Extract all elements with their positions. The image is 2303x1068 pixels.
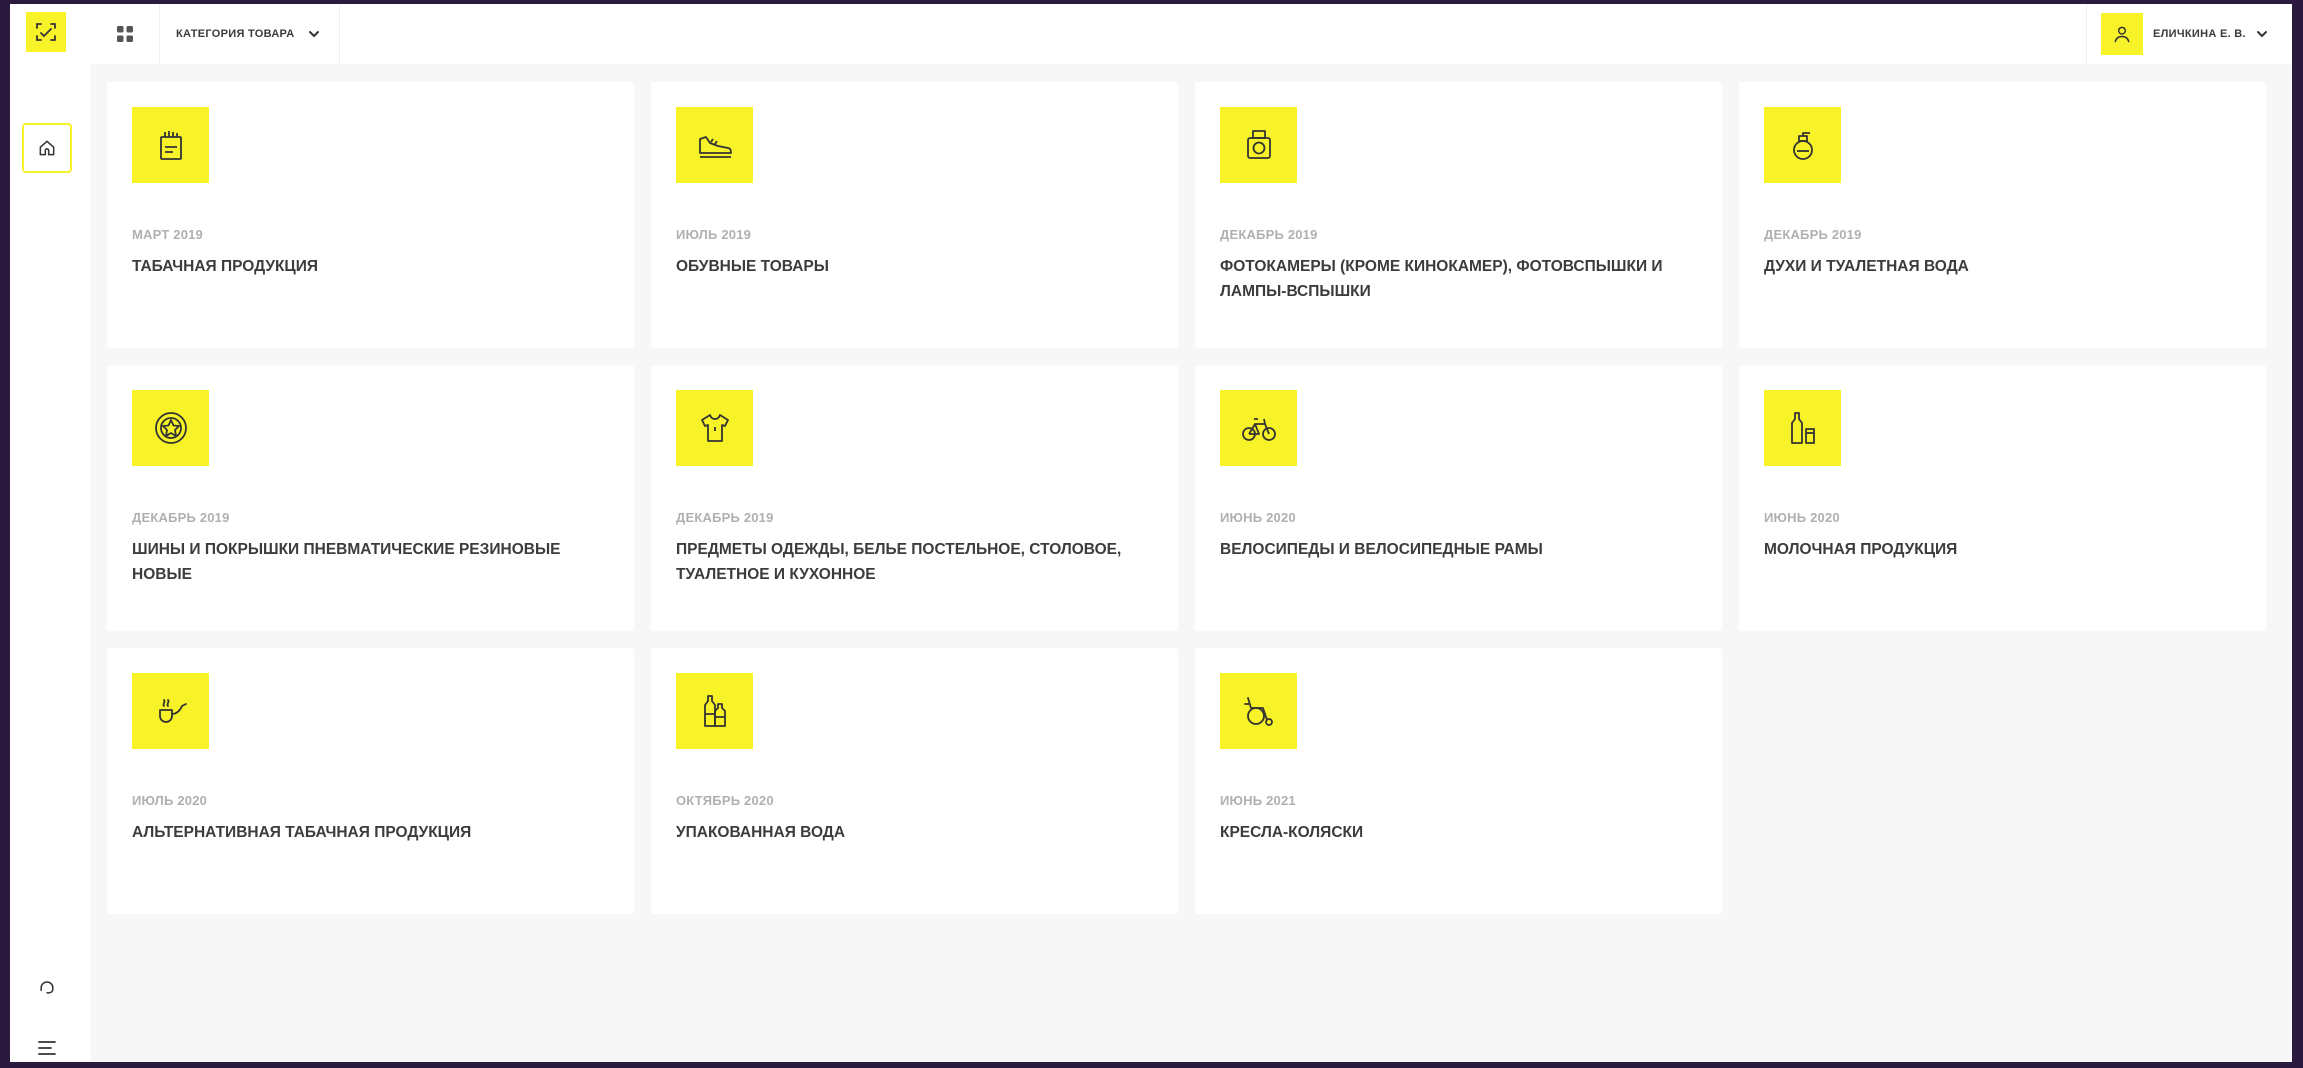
category-date: ИЮЛЬ 2020 — [132, 793, 208, 808]
category-icon-box — [676, 390, 753, 466]
category-card[interactable]: ДЕКАБРЬ 2019 ПРЕДМЕТЫ ОДЕЖДЫ, БЕЛЬЕ ПОСТ… — [651, 365, 1178, 631]
menu-icon — [37, 1039, 57, 1057]
category-card[interactable]: ДЕКАБРЬ 2019 ФОТОКАМЕРЫ (КРОМЕ КИНОКАМЕР… — [1195, 82, 1722, 348]
sidebar-item-support[interactable] — [32, 972, 62, 1002]
scan-code-icon — [34, 20, 58, 44]
shirt-icon — [697, 410, 733, 446]
sidebar-item-home[interactable] — [22, 123, 72, 173]
category-card[interactable]: МАРТ 2019 ТАБАЧНАЯ ПРОДУКЦИЯ — [107, 82, 634, 348]
category-title: АЛЬТЕРНАТИВНАЯ ТАБАЧНАЯ ПРОДУКЦИЯ — [132, 824, 472, 841]
category-icon-box — [676, 107, 753, 183]
pipe-icon — [152, 692, 190, 730]
category-card[interactable]: ДЕКАБРЬ 2019 ШИНЫ И ПОКРЫШКИ ПНЕВМАТИЧЕС… — [107, 365, 634, 631]
user-menu[interactable]: ЕЛИЧКИНА Е. В. — [2086, 4, 2292, 64]
category-date: ДЕКАБРЬ 2019 — [1764, 227, 1862, 242]
category-card[interactable]: ИЮНЬ 2020 ВЕЛОСИПЕДЫ И ВЕЛОСИПЕДНЫЕ РАМЫ — [1195, 365, 1722, 631]
category-icon-box — [676, 673, 753, 749]
category-card[interactable]: ИЮЛЬ 2019 ОБУВНЫЕ ТОВАРЫ — [651, 82, 1178, 348]
top-header: КАТЕГОРИЯ ТОВАРА ЕЛИЧКИНА Е. В. — [90, 4, 2292, 64]
sidebar — [10, 4, 90, 1062]
category-card[interactable]: ИЮНЬ 2021 КРЕСЛА-КОЛЯСКИ — [1195, 648, 1722, 914]
apps-grid-icon — [116, 25, 134, 43]
category-card[interactable]: ДЕКАБРЬ 2019 ДУХИ И ТУАЛЕТНАЯ ВОДА — [1739, 82, 2266, 348]
category-date: ОКТЯБРЬ 2020 — [676, 793, 774, 808]
category-date: ИЮНЬ 2020 — [1220, 510, 1296, 525]
category-date: ДЕКАБРЬ 2019 — [676, 510, 774, 525]
category-title: ТАБАЧНАЯ ПРОДУКЦИЯ — [132, 258, 319, 275]
category-date: ИЮНЬ 2021 — [1220, 793, 1296, 808]
category-icon-box — [1764, 107, 1841, 183]
category-icon-box — [132, 390, 209, 466]
category-title: УПАКОВАННАЯ ВОДА — [676, 824, 846, 841]
category-date: ИЮНЬ 2020 — [1764, 510, 1840, 525]
camera-icon — [1241, 127, 1277, 163]
category-title: ДУХИ И ТУАЛЕТНАЯ ВОДА — [1764, 258, 1969, 275]
category-title: ФОТОКАМЕРЫ (КРОМЕ КИНОКАМЕР), ФОТОВСПЫШК… — [1220, 258, 1663, 300]
chevron-down-icon — [308, 30, 320, 38]
app-window: КАТЕГОРИЯ ТОВАРА ЕЛИЧКИНА Е. В. МАРТ 201… — [10, 4, 2292, 1062]
category-title: ОБУВНЫЕ ТОВАРЫ — [676, 258, 829, 275]
water-bottles-icon — [697, 692, 733, 730]
logo-button[interactable] — [26, 12, 66, 52]
chevron-down-icon — [2256, 30, 2268, 38]
sidebar-menu-toggle[interactable] — [32, 1036, 62, 1060]
perfume-icon — [1785, 127, 1821, 163]
category-icon-box — [1220, 107, 1297, 183]
category-icon-box — [132, 107, 209, 183]
category-icon-box — [132, 673, 209, 749]
home-icon — [37, 138, 57, 158]
milk-icon — [1785, 409, 1821, 447]
category-title: ВЕЛОСИПЕДЫ И ВЕЛОСИПЕДНЫЕ РАМЫ — [1220, 541, 1543, 558]
wheelchair-icon — [1240, 692, 1278, 730]
cigarette-pack-icon — [153, 127, 189, 163]
support-icon — [37, 977, 57, 997]
category-icon-box — [1764, 390, 1841, 466]
category-dropdown[interactable]: КАТЕГОРИЯ ТОВАРА — [160, 4, 340, 64]
category-card[interactable]: ОКТЯБРЬ 2020 УПАКОВАННАЯ ВОДА — [651, 648, 1178, 914]
user-name: ЕЛИЧКИНА Е. В. — [2153, 28, 2246, 40]
category-date: ДЕКАБРЬ 2019 — [132, 510, 230, 525]
category-icon-box — [1220, 390, 1297, 466]
apps-button[interactable] — [90, 4, 160, 64]
category-title: ШИНЫ И ПОКРЫШКИ ПНЕВМАТИЧЕСКИЕ РЕЗИНОВЫЕ… — [132, 541, 561, 583]
bicycle-icon — [1240, 410, 1278, 446]
shoe-icon — [696, 127, 734, 163]
category-card[interactable]: ИЮЛЬ 2020 АЛЬТЕРНАТИВНАЯ ТАБАЧНАЯ ПРОДУК… — [107, 648, 634, 914]
category-card[interactable]: ИЮНЬ 2020 МОЛОЧНАЯ ПРОДУКЦИЯ — [1739, 365, 2266, 631]
category-date: ДЕКАБРЬ 2019 — [1220, 227, 1318, 242]
category-dropdown-label: КАТЕГОРИЯ ТОВАРА — [176, 28, 295, 40]
user-icon — [2112, 24, 2132, 44]
avatar — [2101, 13, 2143, 55]
category-date: МАРТ 2019 — [132, 227, 203, 242]
category-icon-box — [1220, 673, 1297, 749]
tire-icon — [152, 409, 190, 447]
category-title: МОЛОЧНАЯ ПРОДУКЦИЯ — [1764, 541, 1958, 558]
category-date: ИЮЛЬ 2019 — [676, 227, 752, 242]
category-title: ПРЕДМЕТЫ ОДЕЖДЫ, БЕЛЬЕ ПОСТЕЛЬНОЕ, СТОЛО… — [676, 541, 1122, 583]
category-title: КРЕСЛА-КОЛЯСКИ — [1220, 824, 1364, 841]
